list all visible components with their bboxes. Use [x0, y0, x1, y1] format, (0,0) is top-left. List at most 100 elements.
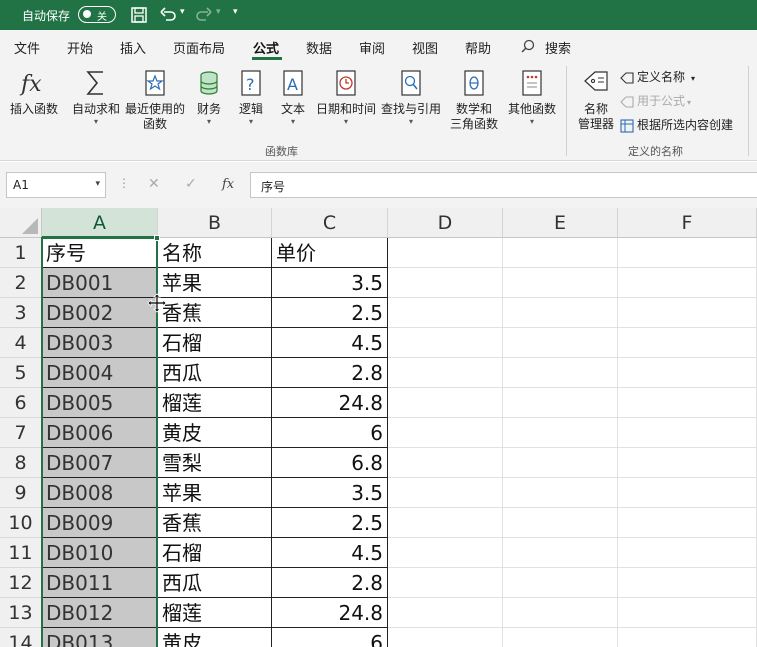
table-cell[interactable]: DB009	[42, 508, 158, 538]
recent-functions-button[interactable]: 最近使用的 函数	[124, 68, 186, 132]
table-cell[interactable]	[503, 328, 618, 358]
header-cell[interactable]	[388, 238, 503, 268]
redo-icon[interactable]	[194, 5, 214, 25]
cancel-icon[interactable]: ✕	[148, 176, 160, 192]
define-name-button[interactable]: 定义名称 ▾	[620, 68, 695, 86]
table-cell[interactable]: 香蕉	[158, 508, 272, 538]
redo-dropdown-icon[interactable]: ▾	[216, 7, 221, 17]
table-cell[interactable]: DB003	[42, 328, 158, 358]
formula-input[interactable]: 序号	[250, 172, 757, 198]
name-manager-button[interactable]: 名称 管理器	[574, 68, 618, 132]
table-cell[interactable]: 4.5	[272, 328, 388, 358]
table-cell[interactable]	[388, 478, 503, 508]
table-cell[interactable]	[618, 628, 757, 647]
undo-dropdown-icon[interactable]: ▾	[180, 7, 185, 17]
table-cell[interactable]: 4.5	[272, 538, 388, 568]
autosave-toggle[interactable]: 关	[78, 6, 116, 23]
header-cell[interactable]: 名称	[158, 238, 272, 268]
table-cell[interactable]: 榴莲	[158, 598, 272, 628]
row-header[interactable]: 8	[0, 448, 42, 478]
table-cell[interactable]	[503, 358, 618, 388]
header-cell[interactable]	[618, 238, 757, 268]
table-cell[interactable]	[388, 268, 503, 298]
tab-data[interactable]: 数据	[306, 38, 332, 57]
table-cell[interactable]: 西瓜	[158, 358, 272, 388]
table-cell[interactable]	[503, 448, 618, 478]
row-header[interactable]: 12	[0, 568, 42, 598]
table-cell[interactable]	[503, 268, 618, 298]
table-cell[interactable]	[503, 508, 618, 538]
table-cell[interactable]	[388, 388, 503, 418]
table-cell[interactable]: DB004	[42, 358, 158, 388]
insert-function-fx-icon[interactable]: fx	[222, 177, 234, 192]
row-header[interactable]: 7	[0, 418, 42, 448]
header-cell[interactable]: 单价	[272, 238, 388, 268]
table-cell[interactable]	[618, 538, 757, 568]
table-cell[interactable]	[388, 328, 503, 358]
enter-icon[interactable]: ✓	[185, 176, 197, 192]
table-cell[interactable]	[503, 298, 618, 328]
table-cell[interactable]	[618, 388, 757, 418]
table-cell[interactable]	[388, 628, 503, 647]
table-cell[interactable]: 24.8	[272, 388, 388, 418]
tab-page-layout[interactable]: 页面布局	[173, 38, 225, 57]
autosum-button[interactable]: 自动求和 ▾	[70, 68, 122, 127]
table-cell[interactable]: 2.5	[272, 508, 388, 538]
create-from-selection-button[interactable]: 根据所选内容创建	[620, 116, 733, 134]
table-cell[interactable]	[388, 508, 503, 538]
row-header[interactable]: 2	[0, 268, 42, 298]
table-cell[interactable]: 3.5	[272, 268, 388, 298]
row-header[interactable]: 3	[0, 298, 42, 328]
table-cell[interactable]: 黄皮	[158, 418, 272, 448]
use-in-formula-button[interactable]: 用于公式 ▾	[620, 92, 691, 110]
save-icon[interactable]	[129, 5, 149, 25]
column-header-d[interactable]: D	[388, 208, 503, 238]
table-cell[interactable]	[388, 358, 503, 388]
insert-function-button[interactable]: fx 插入函数	[6, 68, 62, 117]
tab-file[interactable]: 文件	[14, 38, 40, 57]
table-cell[interactable]	[388, 418, 503, 448]
table-cell[interactable]	[503, 538, 618, 568]
table-cell[interactable]	[618, 418, 757, 448]
table-cell[interactable]: 苹果	[158, 268, 272, 298]
table-cell[interactable]: DB013	[42, 628, 158, 647]
table-cell[interactable]	[503, 478, 618, 508]
row-header[interactable]: 10	[0, 508, 42, 538]
name-box[interactable]: A1 ▾	[6, 172, 106, 198]
financial-button[interactable]: 财务 ▾	[190, 68, 228, 127]
table-cell[interactable]: DB002	[42, 298, 158, 328]
column-header-c[interactable]: C	[272, 208, 388, 238]
table-cell[interactable]	[618, 568, 757, 598]
table-cell[interactable]: 6	[272, 628, 388, 647]
tab-home[interactable]: 开始	[67, 38, 93, 57]
customize-caret-icon[interactable]: ▾	[233, 7, 238, 17]
header-cell[interactable]: 序号	[42, 238, 158, 268]
undo-icon[interactable]	[158, 5, 178, 25]
table-cell[interactable]	[503, 598, 618, 628]
table-cell[interactable]	[503, 568, 618, 598]
fill-handle[interactable]	[154, 235, 160, 241]
text-button[interactable]: A 文本 ▾	[276, 68, 310, 127]
tab-insert[interactable]: 插入	[120, 38, 146, 57]
table-cell[interactable]: DB006	[42, 418, 158, 448]
table-cell[interactable]: DB001	[42, 268, 158, 298]
table-cell[interactable]: 石榴	[158, 538, 272, 568]
logical-button[interactable]: ? 逻辑 ▾	[234, 68, 268, 127]
table-cell[interactable]: DB010	[42, 538, 158, 568]
table-cell[interactable]: DB007	[42, 448, 158, 478]
table-cell[interactable]	[388, 568, 503, 598]
table-cell[interactable]	[388, 598, 503, 628]
table-cell[interactable]	[503, 388, 618, 418]
table-cell[interactable]	[618, 298, 757, 328]
search-label[interactable]: 搜索	[545, 38, 571, 57]
table-cell[interactable]	[388, 448, 503, 478]
table-cell[interactable]: 榴莲	[158, 388, 272, 418]
table-cell[interactable]	[618, 448, 757, 478]
tab-view[interactable]: 视图	[412, 38, 438, 57]
tab-review[interactable]: 审阅	[359, 38, 385, 57]
table-cell[interactable]: 3.5	[272, 478, 388, 508]
column-header-f[interactable]: F	[618, 208, 757, 238]
table-cell[interactable]: 黄皮	[158, 628, 272, 647]
worksheet-grid[interactable]: A B C D E F 1 序号 名称 单价 2 DB001 苹果 3.5 3 DB002 香蕉 2.5 4 DB00…	[0, 208, 757, 647]
table-cell[interactable]	[618, 358, 757, 388]
